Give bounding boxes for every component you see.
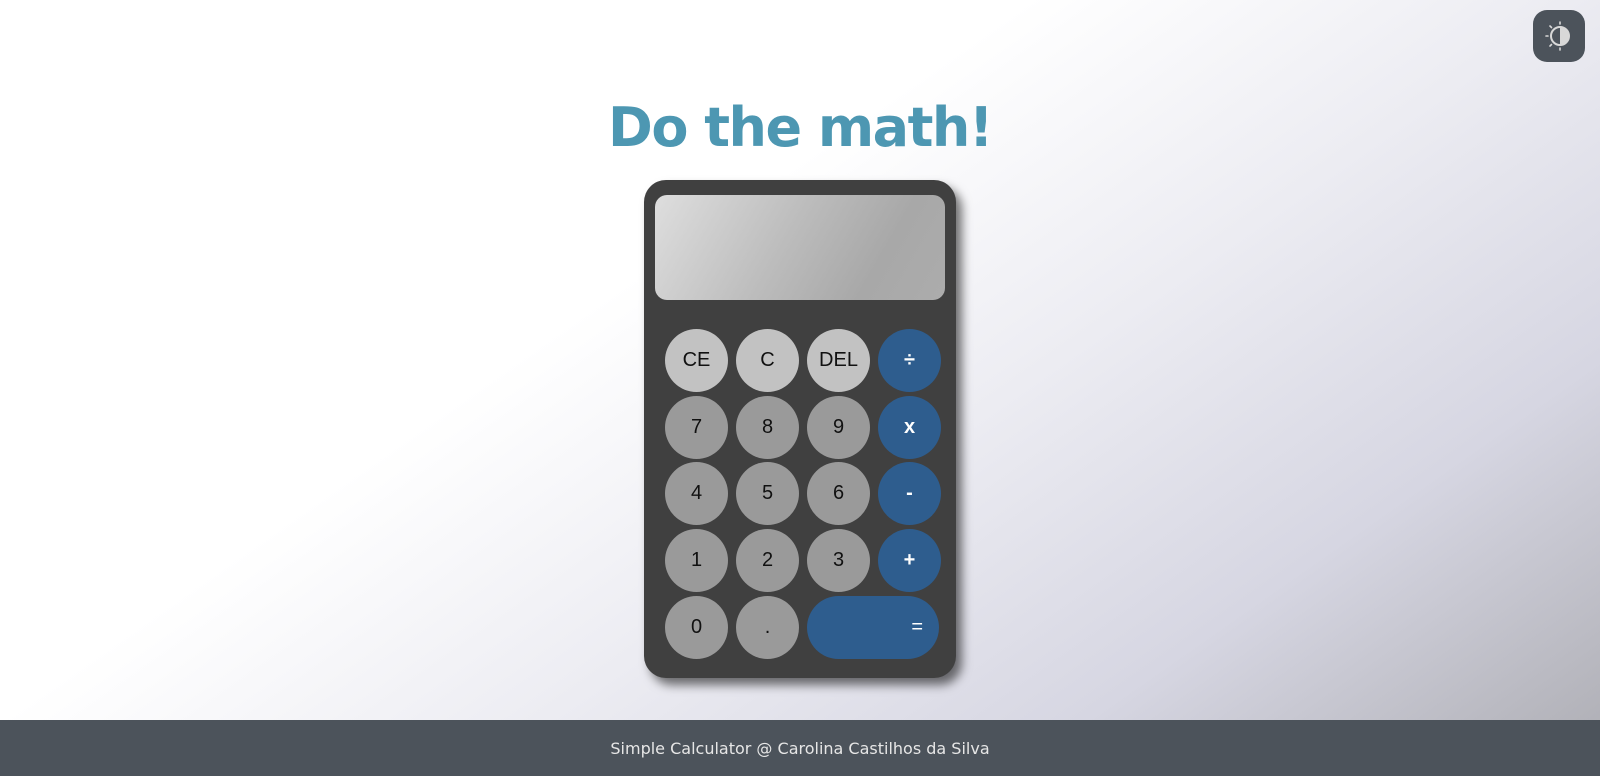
calculator: CE C DEL ÷ 7 8 9 x 4 5 6 - 1 2 3 + 0 . = [644,180,956,678]
digit-3-button[interactable]: 3 [807,529,870,592]
digit-7-button[interactable]: 7 [665,396,728,459]
digit-4-button[interactable]: 4 [665,462,728,525]
decimal-point-button[interactable]: . [736,596,799,659]
digit-8-button[interactable]: 8 [736,396,799,459]
theme-toggle-button[interactable] [1533,10,1585,62]
contrast-theme-icon [1545,21,1570,51]
divide-button[interactable]: ÷ [878,329,941,392]
calculator-display [655,195,945,300]
digit-0-button[interactable]: 0 [665,596,728,659]
footer-text: Simple Calculator @ Carolina Castilhos d… [610,738,990,758]
delete-button[interactable]: DEL [807,329,870,392]
page-title: Do the math! [608,96,994,159]
minus-button[interactable]: - [878,462,941,525]
footer: Simple Calculator @ Carolina Castilhos d… [0,720,1600,776]
digit-2-button[interactable]: 2 [736,529,799,592]
digit-5-button[interactable]: 5 [736,462,799,525]
equals-button[interactable]: = [807,596,939,659]
multiply-button[interactable]: x [878,396,941,459]
clear-button[interactable]: C [736,329,799,392]
clear-entry-button[interactable]: CE [665,329,728,392]
digit-1-button[interactable]: 1 [665,529,728,592]
plus-button[interactable]: + [878,529,941,592]
digit-9-button[interactable]: 9 [807,396,870,459]
digit-6-button[interactable]: 6 [807,462,870,525]
